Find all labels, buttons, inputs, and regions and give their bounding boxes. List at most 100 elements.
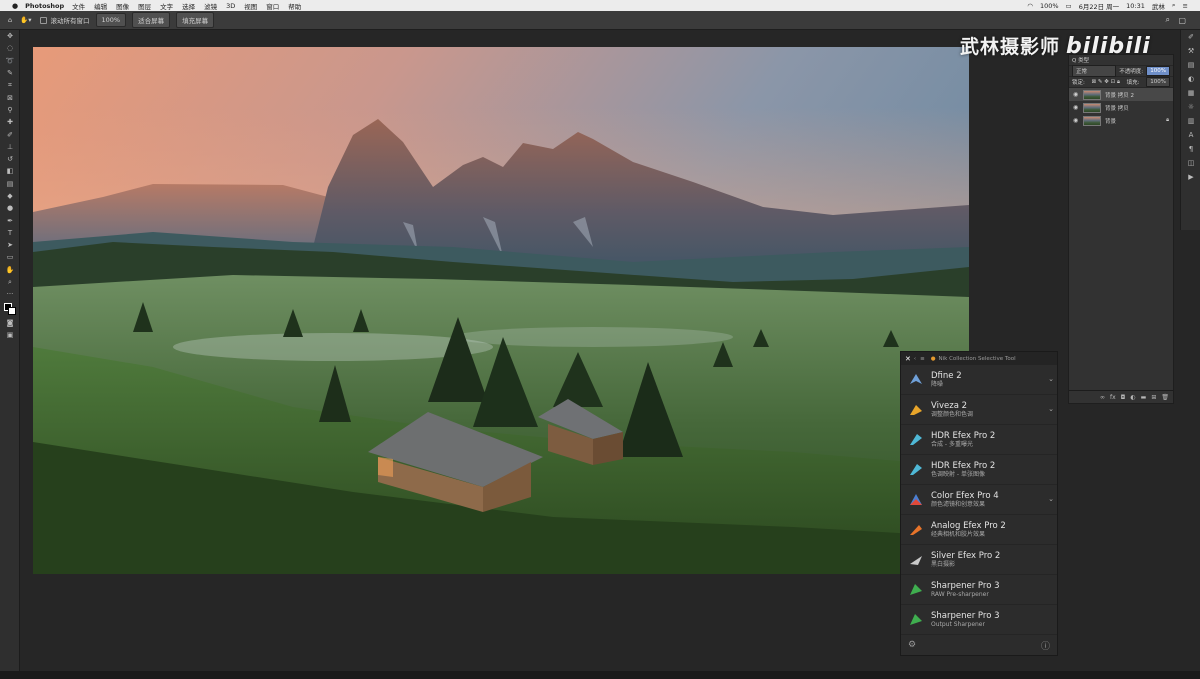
- history-brush-tool-icon[interactable]: ↺: [0, 153, 20, 165]
- pen-tool-icon[interactable]: ✒: [0, 214, 20, 226]
- layer-comps-icon[interactable]: ◫: [1181, 156, 1200, 170]
- nik-item-hdr-merge[interactable]: HDR Efex Pro 2 合成 - 多重曝光: [901, 425, 1057, 455]
- delete-layer-icon[interactable]: 🗑︎: [1161, 394, 1169, 401]
- panel-menu-icon[interactable]: ≡: [920, 356, 925, 362]
- battery-level[interactable]: 100%: [1040, 2, 1059, 10]
- actions-panel-icon[interactable]: ▶: [1181, 170, 1200, 184]
- menu-date[interactable]: 6月22日 周一: [1079, 1, 1119, 11]
- blend-mode-select[interactable]: 正常: [1072, 65, 1116, 77]
- zoom-tool-icon[interactable]: ⌕: [0, 276, 20, 288]
- fit-screen-button[interactable]: 适合屏幕: [132, 12, 171, 28]
- clone-stamp-tool-icon[interactable]: ⊥: [0, 141, 20, 153]
- zoom-100-button[interactable]: 100%: [95, 13, 127, 27]
- menu-time[interactable]: 10:31: [1126, 2, 1145, 10]
- shape-tool-icon[interactable]: ▭: [0, 251, 20, 263]
- brush-tool-icon[interactable]: ✐: [0, 128, 20, 140]
- menu-user[interactable]: 武林: [1152, 1, 1165, 11]
- nik-item-silver-efex[interactable]: Silver Efex Pro 2 黑白摄影: [901, 545, 1057, 575]
- visibility-eye-icon[interactable]: ◉: [1073, 104, 1079, 111]
- help-icon[interactable]: ⓘ: [1041, 639, 1050, 652]
- menu-view[interactable]: 视图: [244, 1, 257, 11]
- menu-window[interactable]: 窗口: [266, 1, 279, 11]
- move-tool-icon[interactable]: ✥: [0, 30, 20, 42]
- color-swatches[interactable]: [0, 301, 20, 317]
- background-color-swatch[interactable]: [8, 306, 16, 315]
- healing-brush-tool-icon[interactable]: ✚: [0, 116, 20, 128]
- settings-gear-icon[interactable]: ⚙: [908, 640, 916, 650]
- apple-icon[interactable]: ●: [12, 2, 18, 10]
- workspace-icon[interactable]: ▢: [1178, 16, 1186, 25]
- menu-3d[interactable]: 3D: [226, 2, 235, 10]
- layer-row[interactable]: ◉ 背景 拷贝 2: [1069, 88, 1173, 101]
- nik-item-sharpener-output[interactable]: Sharpener Pro 3 Output Sharpener: [901, 605, 1057, 635]
- collapse-icon[interactable]: ‹: [914, 356, 916, 362]
- nik-item-hdr-tonemap[interactable]: HDR Efex Pro 2 色调映射 - 单张图像: [901, 455, 1057, 485]
- menu-filter[interactable]: 滤镜: [204, 1, 217, 11]
- close-icon[interactable]: ✕: [905, 355, 911, 363]
- layer-style-icon[interactable]: fx: [1110, 394, 1116, 401]
- battery-icon[interactable]: ▭: [1066, 2, 1072, 10]
- dodge-tool-icon[interactable]: ●: [0, 202, 20, 214]
- eyedropper-tool-icon[interactable]: ⚲: [0, 104, 20, 116]
- home-icon[interactable]: ⌂: [8, 16, 12, 24]
- menu-edit[interactable]: 编辑: [94, 1, 107, 11]
- eraser-tool-icon[interactable]: ◧: [0, 165, 20, 177]
- chevron-down-icon[interactable]: ⌄: [1048, 375, 1054, 383]
- character-panel-icon[interactable]: A: [1181, 128, 1200, 142]
- layer-row[interactable]: ◉ 背景 拷贝: [1069, 101, 1173, 114]
- crop-tool-icon[interactable]: ⌗: [0, 79, 20, 91]
- add-mask-icon[interactable]: ◘: [1121, 394, 1126, 401]
- menu-select[interactable]: 选择: [182, 1, 195, 11]
- tool-presets-icon[interactable]: ⚒: [1181, 44, 1200, 58]
- chevron-down-icon[interactable]: ⌄: [1048, 495, 1054, 503]
- visibility-eye-icon[interactable]: ◉: [1073, 91, 1079, 98]
- menu-layer[interactable]: 图层: [138, 1, 151, 11]
- swatches-panel-icon[interactable]: ▦: [1181, 86, 1200, 100]
- lasso-tool-icon[interactable]: ➰: [0, 55, 20, 67]
- nik-item-sharpener-raw[interactable]: Sharpener Pro 3 RAW Pre-sharpener: [901, 575, 1057, 605]
- layer-kind-filter[interactable]: Q 类型: [1072, 56, 1089, 64]
- more-tools-icon[interactable]: ···: [0, 288, 20, 300]
- hand-tool-icon[interactable]: ✋: [0, 264, 20, 276]
- frame-tool-icon[interactable]: ⊠: [0, 91, 20, 103]
- menu-image[interactable]: 图像: [116, 1, 129, 11]
- marquee-tool-icon[interactable]: ◌: [0, 42, 20, 54]
- nik-item-dfine[interactable]: Dfine 2 降噪 ⌄: [901, 365, 1057, 395]
- fill-input[interactable]: 100%: [1146, 77, 1170, 87]
- new-layer-icon[interactable]: ⊞: [1151, 394, 1156, 401]
- histogram-panel-icon[interactable]: ▥: [1181, 114, 1200, 128]
- type-tool-icon[interactable]: T: [0, 227, 20, 239]
- chevron-down-icon[interactable]: ⌄: [1048, 405, 1054, 413]
- link-layers-icon[interactable]: ∞: [1100, 394, 1105, 401]
- menu-help[interactable]: 帮助: [288, 1, 301, 11]
- blur-tool-icon[interactable]: ◆: [0, 190, 20, 202]
- path-select-tool-icon[interactable]: ➤: [0, 239, 20, 251]
- brushes-panel-icon[interactable]: ✐: [1181, 30, 1200, 44]
- quick-mask-icon[interactable]: ◙: [0, 317, 20, 329]
- paragraph-panel-icon[interactable]: ¶: [1181, 142, 1200, 156]
- adjustments-panel-icon[interactable]: ☼: [1181, 100, 1200, 114]
- search-icon[interactable]: ⌕: [1172, 1, 1176, 10]
- hand-tool-preset-icon[interactable]: ✋▾: [20, 16, 31, 24]
- menu-app-name[interactable]: Photoshop: [25, 2, 64, 10]
- menu-file[interactable]: 文件: [72, 1, 85, 11]
- color-panel-icon[interactable]: ◐: [1181, 72, 1200, 86]
- screen-mode-icon[interactable]: ▣: [0, 329, 20, 341]
- wifi-icon[interactable]: ◠: [1027, 2, 1033, 10]
- fill-screen-button[interactable]: 填充屏幕: [176, 12, 215, 28]
- nik-item-color-efex[interactable]: Color Efex Pro 4 颜色滤镜和创意效果 ⌄: [901, 485, 1057, 515]
- quick-select-tool-icon[interactable]: ✎: [0, 67, 20, 79]
- new-group-icon[interactable]: ▬: [1141, 394, 1147, 401]
- adjustment-layer-icon[interactable]: ◐: [1130, 394, 1135, 401]
- menu-type[interactable]: 文字: [160, 1, 173, 11]
- nik-item-analog-efex[interactable]: Analog Efex Pro 2 经典相机和胶片效果: [901, 515, 1057, 545]
- scroll-all-windows-checkbox[interactable]: [39, 16, 47, 24]
- document-canvas[interactable]: [33, 47, 969, 574]
- layer-row[interactable]: ◉ 背景 🔒︎: [1069, 114, 1173, 127]
- lock-icons[interactable]: ⊠ ✎ ✥ ⊡ 🔒︎: [1092, 79, 1120, 86]
- gradient-tool-icon[interactable]: ▤: [0, 178, 20, 190]
- control-center-icon[interactable]: ≡: [1183, 2, 1188, 10]
- search-icon[interactable]: ⌕: [1166, 15, 1170, 25]
- visibility-eye-icon[interactable]: ◉: [1073, 117, 1079, 124]
- properties-panel-icon[interactable]: ▤: [1181, 58, 1200, 72]
